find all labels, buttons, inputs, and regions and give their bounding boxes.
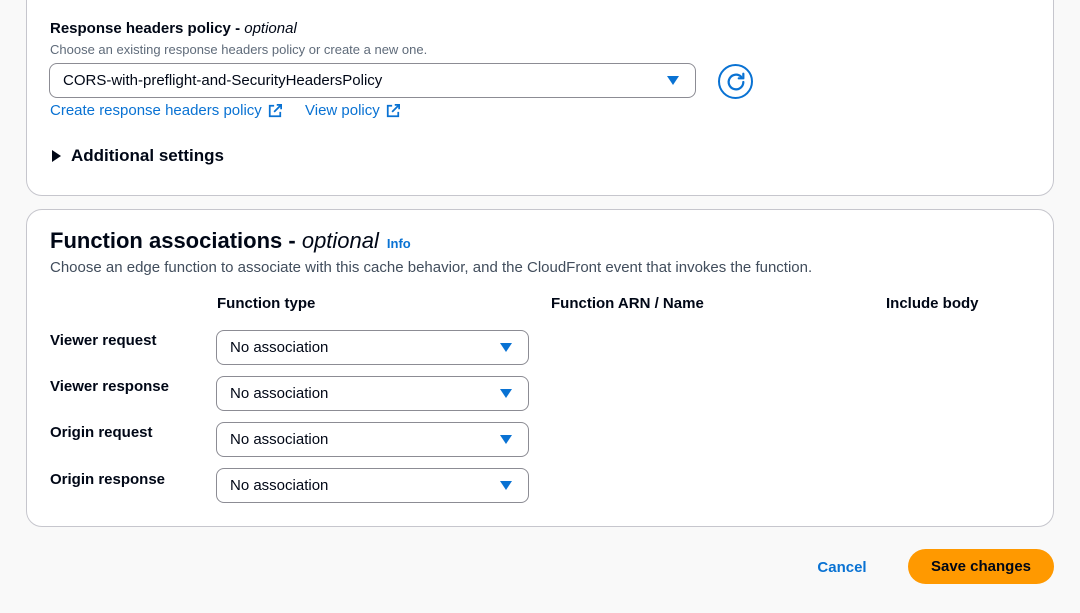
select-value: No association: [230, 339, 329, 356]
viewer-request-function-type-select[interactable]: No association: [216, 330, 529, 365]
row-label-origin-request: Origin request: [50, 424, 153, 441]
origin-request-function-type-select[interactable]: No association: [216, 422, 529, 457]
info-link[interactable]: Info: [387, 236, 411, 251]
row-label-origin-response: Origin response: [50, 471, 166, 488]
column-header-function-arn: Function ARN / Name: [551, 295, 704, 312]
optional-tag: optional: [301, 228, 379, 253]
refresh-policies-button[interactable]: [718, 64, 753, 99]
caret-down-icon: [500, 481, 512, 490]
select-value: No association: [230, 431, 329, 448]
optional-tag: optional: [244, 20, 297, 37]
function-associations-title: Function associations: [50, 228, 283, 253]
title-separator: -: [282, 228, 302, 253]
select-value: No association: [230, 385, 329, 402]
link-text: View policy: [305, 102, 380, 119]
title-separator: -: [230, 20, 245, 37]
additional-settings-label: Additional settings: [71, 146, 224, 165]
create-response-headers-policy-link[interactable]: Create response headers policy: [50, 102, 282, 119]
additional-settings-expander[interactable]: Additional settings: [52, 146, 224, 166]
row-label-viewer-response: Viewer response: [50, 378, 169, 395]
external-link-icon: [268, 103, 282, 117]
function-associations-heading: Function associations - optional Info: [50, 228, 411, 254]
external-link-icon: [386, 103, 400, 117]
cancel-button[interactable]: Cancel: [802, 550, 882, 584]
response-headers-policy-label: Response headers policy - optional: [50, 20, 297, 37]
view-policy-link[interactable]: View policy: [305, 102, 400, 119]
link-text: Create response headers policy: [50, 102, 262, 119]
column-header-function-type: Function type: [217, 295, 316, 312]
origin-response-function-type-select[interactable]: No association: [216, 468, 529, 503]
column-header-include-body: Include body: [886, 295, 979, 312]
row-label-viewer-request: Viewer request: [50, 332, 157, 349]
function-associations-panel: [26, 209, 1054, 527]
caret-right-icon: [52, 150, 61, 162]
response-headers-policy-description: Choose an existing response headers poli…: [50, 42, 428, 57]
response-headers-policy-select[interactable]: CORS-with-preflight-and-SecurityHeadersP…: [49, 63, 696, 98]
select-value: CORS-with-preflight-and-SecurityHeadersP…: [63, 72, 383, 89]
caret-down-icon: [500, 435, 512, 444]
response-headers-policy-title: Response headers policy: [50, 20, 231, 37]
select-value: No association: [230, 477, 329, 494]
caret-down-icon: [500, 343, 512, 352]
caret-down-icon: [500, 389, 512, 398]
viewer-response-function-type-select[interactable]: No association: [216, 376, 529, 411]
caret-down-icon: [667, 76, 679, 85]
refresh-icon: [727, 72, 744, 90]
function-associations-description: Choose an edge function to associate wit…: [50, 259, 813, 276]
save-changes-button[interactable]: Save changes: [908, 549, 1054, 584]
